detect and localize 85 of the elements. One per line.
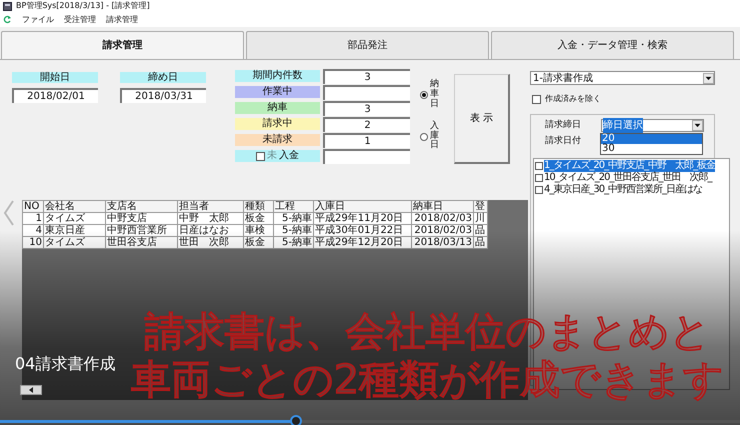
checkbox[interactable] bbox=[535, 186, 543, 194]
scroll-button[interactable] bbox=[20, 385, 42, 395]
dropdown-option[interactable]: 20 bbox=[601, 134, 702, 144]
status-label: 作業中 bbox=[235, 86, 320, 98]
count-field: 3 bbox=[323, 100, 410, 116]
radio-label: 入庫日 bbox=[430, 122, 439, 152]
table-cell: 世田谷支店 bbox=[106, 236, 178, 248]
table-cell: 4 bbox=[22, 224, 44, 236]
table-cell: 2018/02/03 bbox=[412, 224, 474, 236]
table-cell: 車検 bbox=[244, 224, 274, 236]
app-icon bbox=[3, 2, 12, 10]
date-label: 開始日 bbox=[12, 72, 98, 83]
table-cell: 5-納車 bbox=[274, 224, 314, 236]
table-cell: 平成29年12月20日 bbox=[314, 236, 412, 248]
window-title: BP管理Sys[2018/3/13] - [請求管理] bbox=[16, 0, 150, 12]
table-cell: 板金 bbox=[244, 236, 274, 248]
dropdown-option[interactable]: 30 bbox=[601, 144, 702, 154]
table-cell: 1 bbox=[22, 212, 44, 224]
table-cell: 平成30年01月22日 bbox=[314, 224, 412, 236]
column-header: 種類 bbox=[244, 200, 274, 212]
date-field[interactable]: 2018/02/01 bbox=[12, 88, 98, 103]
list-item[interactable]: 1_タイムズ_20_中野支店_中野 太郎_板金 bbox=[544, 160, 716, 172]
column-header: 支店名 bbox=[106, 200, 178, 212]
column-header: 会社名 bbox=[44, 200, 106, 212]
table-cell: 川 bbox=[474, 212, 488, 224]
field-label: 請求締日 bbox=[545, 118, 582, 132]
table-cell: 2018/02/03 bbox=[412, 212, 474, 224]
status-label: 請求中 bbox=[235, 118, 320, 130]
count-field: 2 bbox=[323, 116, 410, 132]
field-label: 請求日付 bbox=[545, 134, 582, 148]
column-header: 登 bbox=[474, 200, 488, 212]
table-cell: 世田 次郎 bbox=[178, 236, 244, 248]
date-label: 締め日 bbox=[120, 72, 206, 83]
status-label: 入金 bbox=[279, 150, 299, 162]
checkbox-label: 未 bbox=[267, 150, 277, 162]
radio-button[interactable] bbox=[420, 132, 428, 140]
checkbox-label: 作成済みを除く bbox=[545, 93, 601, 105]
table-cell: 中野支店 bbox=[106, 212, 178, 224]
count-field: 1 bbox=[323, 132, 410, 148]
table-cell: 品 bbox=[474, 236, 488, 248]
left-arrow-icon bbox=[28, 387, 34, 393]
table-cell: 中野 太郎 bbox=[178, 212, 244, 224]
tab[interactable]: 入金・データ管理・検索 bbox=[491, 31, 734, 59]
chapter-title: 04請求書作成 bbox=[15, 353, 116, 375]
tab[interactable]: 部品発注 bbox=[246, 31, 489, 59]
progress-handle[interactable] bbox=[290, 415, 302, 425]
table-cell: 東京日産 bbox=[44, 224, 106, 236]
mode-dropdown[interactable]: 1-請求書作成 bbox=[530, 71, 715, 85]
date-field[interactable]: 2018/03/31 bbox=[120, 88, 206, 103]
closing-day-dropdown[interactable]: 締日選択 bbox=[601, 119, 704, 132]
menu-item[interactable]: 請求管理 bbox=[106, 14, 138, 26]
column-header: 担当者 bbox=[178, 200, 244, 212]
count-field: 3 bbox=[323, 68, 410, 84]
table-cell: 10 bbox=[22, 236, 44, 248]
checkbox[interactable] bbox=[256, 152, 265, 160]
refresh-icon[interactable] bbox=[3, 15, 12, 24]
table-cell: 5-納車 bbox=[274, 236, 314, 248]
subtitle-line: 車両ごとの2種類が作成できます bbox=[130, 356, 724, 404]
table-cell: 平成29年11月20日 bbox=[314, 212, 412, 224]
column-header: 納車日 bbox=[412, 200, 474, 212]
table-cell: 板金 bbox=[244, 212, 274, 224]
table-cell: タイムズ bbox=[44, 236, 106, 248]
list-item[interactable]: 4_東京日産_30_中野西営業所_日産はな bbox=[544, 184, 702, 196]
table-cell: タイムズ bbox=[44, 212, 106, 224]
checkbox[interactable] bbox=[532, 94, 541, 104]
column-header: 工程 bbox=[274, 200, 314, 212]
table-cell: 中野西営業所 bbox=[106, 224, 178, 236]
show-button[interactable]: 表 示 bbox=[454, 74, 510, 164]
column-header: NO bbox=[22, 200, 44, 212]
table-cell: 5-納車 bbox=[274, 212, 314, 224]
menu-item[interactable]: ファイル bbox=[22, 14, 54, 26]
list-item[interactable]: 10_タイムズ_20_世田谷支店_世田 次郎_ bbox=[544, 172, 712, 184]
status-label: 納車 bbox=[235, 102, 320, 114]
menu-item[interactable]: 受注管理 bbox=[64, 14, 96, 26]
checkbox[interactable] bbox=[535, 174, 543, 182]
tab[interactable]: 請求管理 bbox=[1, 31, 244, 59]
table-cell: 2018/03/13 bbox=[412, 236, 474, 248]
table-cell: 品 bbox=[474, 224, 488, 236]
status-label: 未請求 bbox=[235, 134, 320, 146]
column-header: 入庫日 bbox=[314, 200, 412, 212]
radio-button[interactable] bbox=[420, 90, 428, 99]
status-label: 期間内件数 bbox=[235, 70, 320, 82]
table-cell: 日産はなお bbox=[178, 224, 244, 236]
checkbox[interactable] bbox=[535, 162, 543, 170]
radio-label: 納車日 bbox=[430, 80, 439, 110]
